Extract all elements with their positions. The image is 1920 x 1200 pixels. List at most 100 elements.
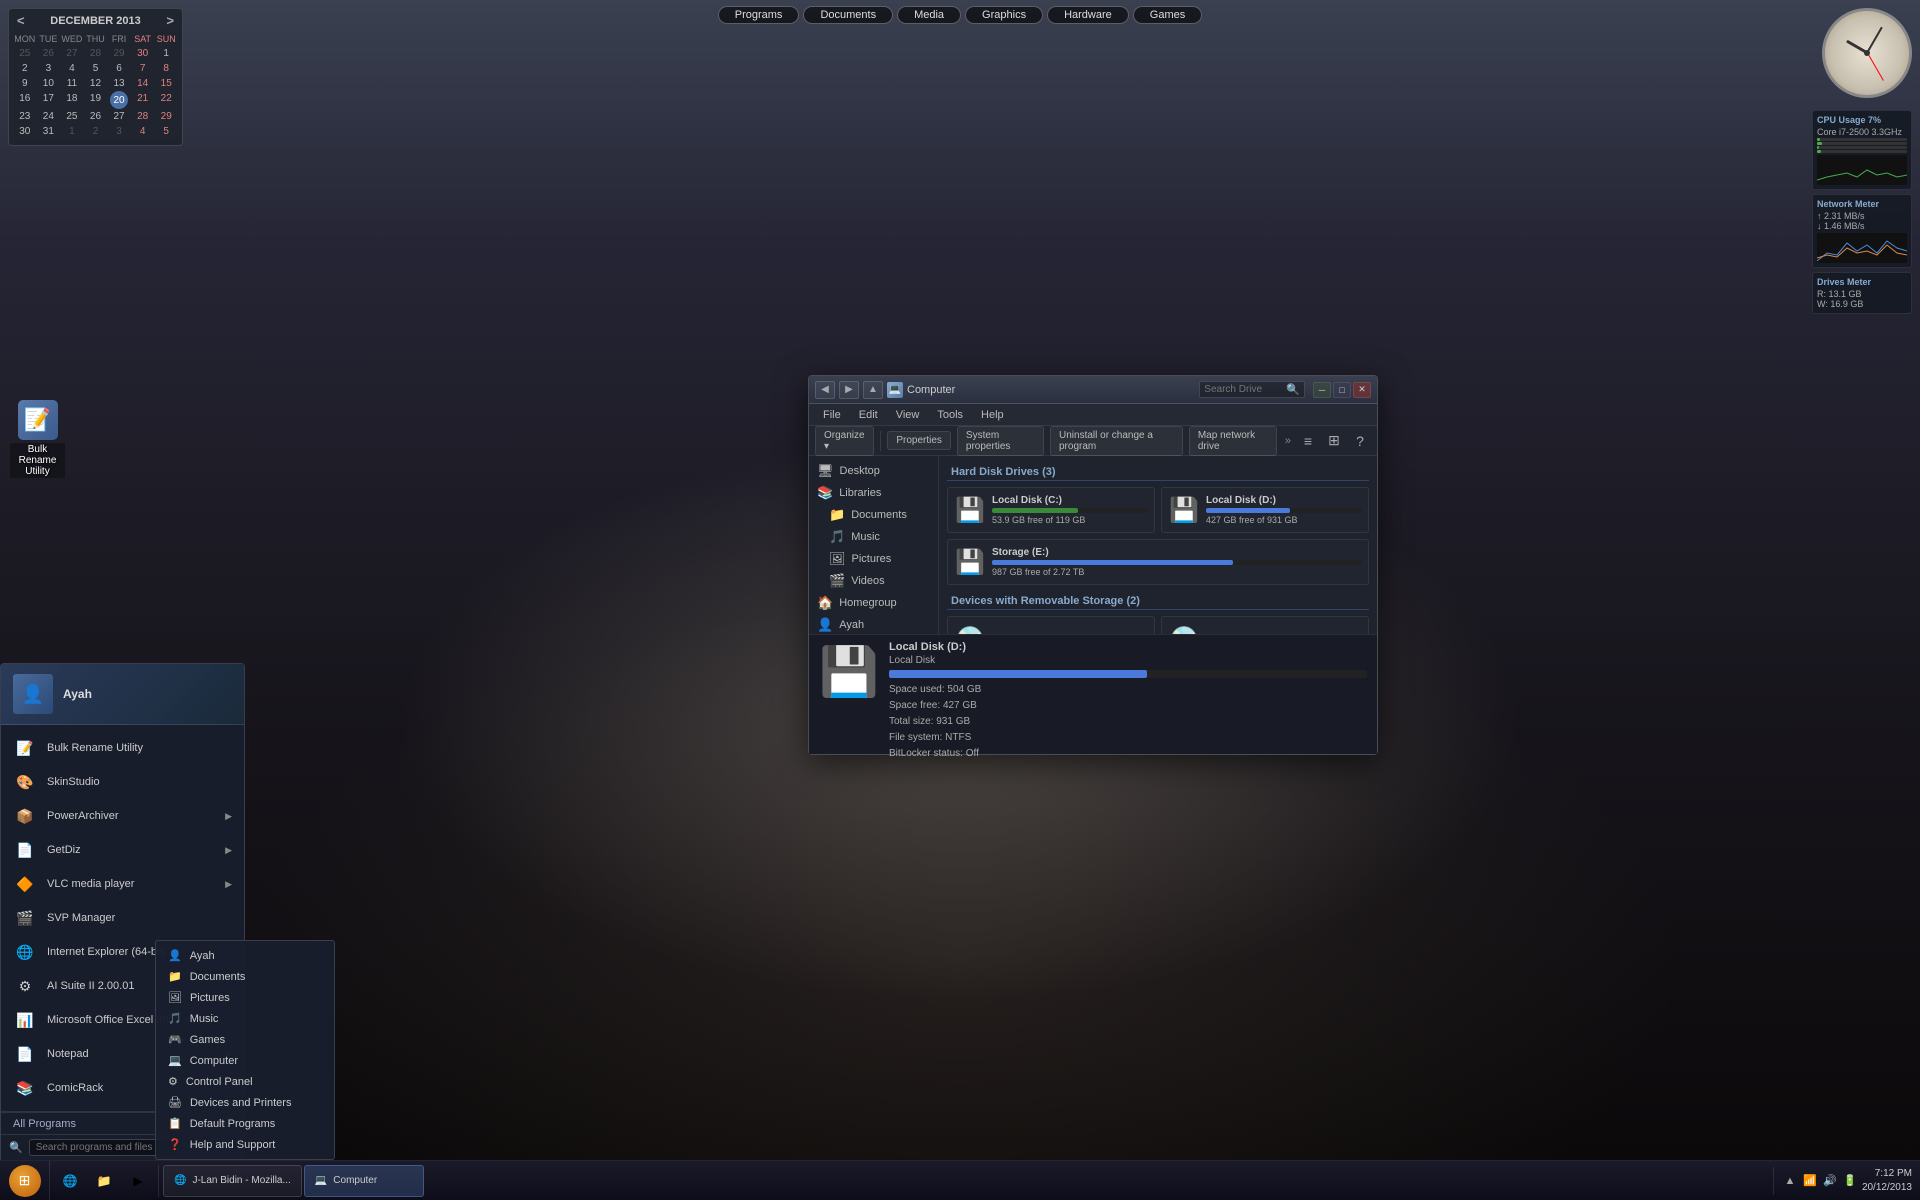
cal-day[interactable]: 21	[131, 91, 155, 109]
cal-day[interactable]: 5	[154, 124, 178, 139]
menu-tools[interactable]: Tools	[929, 407, 971, 423]
cal-day[interactable]: 27	[60, 46, 84, 61]
tray-expand[interactable]: ▲	[1782, 1173, 1798, 1189]
tray-volume[interactable]: 🔊	[1822, 1173, 1838, 1189]
sidebar-music[interactable]: 🎵 Music	[809, 526, 938, 548]
cal-day[interactable]: 3	[107, 124, 131, 139]
toolbar-properties[interactable]: Properties	[887, 431, 951, 450]
prog-devices[interactable]: 🖨 Devices and Printers	[156, 1092, 334, 1113]
prog-help[interactable]: ❓ Help and Support	[156, 1134, 334, 1155]
nav-documents[interactable]: Documents	[803, 6, 893, 24]
start-app-svp[interactable]: 🎬 SVP Manager	[1, 901, 244, 935]
drive-e[interactable]: 💾 Storage (E:) 987 GB free of 2.72 TB	[947, 539, 1369, 585]
sidebar-libraries[interactable]: 📚 Libraries	[809, 482, 938, 504]
cal-day[interactable]: 26	[37, 46, 61, 61]
nav-programs[interactable]: Programs	[718, 6, 800, 24]
cal-day[interactable]: 25	[13, 46, 37, 61]
prog-pictures[interactable]: 🖼 Pictures	[156, 987, 334, 1008]
prog-documents[interactable]: 📁 Documents	[156, 966, 334, 987]
prog-games[interactable]: 🎮 Games	[156, 1029, 334, 1050]
taskbar-mozilla[interactable]: 🌐 J-Lan Bidin - Mozilla...	[163, 1165, 302, 1197]
cal-day[interactable]: 26	[84, 109, 108, 124]
cal-day[interactable]: 7	[131, 61, 155, 76]
cal-day[interactable]: 29	[107, 46, 131, 61]
hard-drives-title[interactable]: Hard Disk Drives (3)	[947, 464, 1369, 481]
prog-computer[interactable]: 💻 Computer	[156, 1050, 334, 1071]
drive-d[interactable]: 💾 Local Disk (D:) 427 GB free of 931 GB	[1161, 487, 1369, 533]
tray-battery[interactable]: 🔋	[1842, 1173, 1858, 1189]
drive-c[interactable]: 💾 Local Disk (C:) 53.9 GB free of 119 GB	[947, 487, 1155, 533]
cal-day[interactable]: 4	[131, 124, 155, 139]
start-button[interactable]: ⊞	[0, 1161, 50, 1200]
cal-day[interactable]: 10	[37, 76, 61, 91]
quick-ie[interactable]: 🌐	[54, 1165, 86, 1197]
start-app-vlc[interactable]: 🔶 VLC media player ▶	[1, 867, 244, 901]
cal-day[interactable]: 12	[84, 76, 108, 91]
sidebar-pictures[interactable]: 🖼 Pictures	[809, 548, 938, 570]
cal-day[interactable]: 31	[37, 124, 61, 139]
taskbar-computer[interactable]: 💻 Computer	[304, 1165, 424, 1197]
sidebar-desktop[interactable]: 🖥 Desktop	[809, 460, 938, 482]
all-programs-btn[interactable]: All Programs	[13, 1118, 76, 1130]
sidebar-homegroup[interactable]: 🏠 Homegroup	[809, 592, 938, 614]
cal-day[interactable]: 8	[154, 61, 178, 76]
cal-day[interactable]: 3	[37, 61, 61, 76]
removable-title[interactable]: Devices with Removable Storage (2)	[947, 593, 1369, 610]
cal-day[interactable]: 13	[107, 76, 131, 91]
back-button[interactable]: ◀	[815, 381, 835, 399]
more-toolbar-icon[interactable]: »	[1285, 435, 1291, 447]
cal-day[interactable]: 23	[13, 109, 37, 124]
cal-day[interactable]: 15	[154, 76, 178, 91]
view-details-icon[interactable]: ≡	[1297, 430, 1319, 452]
cal-day[interactable]: 1	[154, 46, 178, 61]
nav-media[interactable]: Media	[897, 6, 961, 24]
toolbar-uninstall[interactable]: Uninstall or change a program	[1050, 426, 1183, 456]
view-help-icon[interactable]: ?	[1349, 430, 1371, 452]
cal-day[interactable]: 27	[107, 109, 131, 124]
cal-day[interactable]: 28	[84, 46, 108, 61]
cal-day[interactable]: 18	[60, 91, 84, 109]
menu-file[interactable]: File	[815, 407, 849, 423]
cal-day[interactable]: 14	[131, 76, 155, 91]
cal-day[interactable]: 29	[154, 109, 178, 124]
prog-control-panel[interactable]: ⚙ Control Panel	[156, 1071, 334, 1092]
minimize-button[interactable]: ─	[1313, 382, 1331, 398]
cal-day[interactable]: 5	[84, 61, 108, 76]
forward-button[interactable]: ▶	[839, 381, 859, 399]
cal-day[interactable]: 22	[154, 91, 178, 109]
drive-cd[interactable]: 💿 CD Drive (H:)	[1161, 616, 1369, 634]
calendar-prev[interactable]: <	[17, 13, 25, 28]
sidebar-documents[interactable]: 📁 Documents	[809, 504, 938, 526]
start-app-bulk-rename[interactable]: 📝 Bulk Rename Utility	[1, 731, 244, 765]
cal-day[interactable]: 6	[107, 61, 131, 76]
cal-day[interactable]: 24	[37, 109, 61, 124]
view-list-icon[interactable]: ⊞	[1323, 430, 1345, 452]
cal-day[interactable]: 11	[60, 76, 84, 91]
cal-day[interactable]: 30	[131, 46, 155, 61]
menu-help[interactable]: Help	[973, 407, 1012, 423]
close-button[interactable]: ✕	[1353, 382, 1371, 398]
nav-graphics[interactable]: Graphics	[965, 6, 1043, 24]
prog-default[interactable]: 📋 Default Programs	[156, 1113, 334, 1134]
tray-network[interactable]: 📶	[1802, 1173, 1818, 1189]
nav-games[interactable]: Games	[1133, 6, 1202, 24]
tray-clock[interactable]: 7:12 PM 20/12/2013	[1862, 1167, 1912, 1195]
sidebar-ayah[interactable]: 👤 Ayah	[809, 614, 938, 634]
cal-day[interactable]: 1	[60, 124, 84, 139]
toolbar-map-drive[interactable]: Map network drive	[1189, 426, 1277, 456]
cal-day[interactable]: 30	[13, 124, 37, 139]
desktop-icon-bulk-rename[interactable]: 📝 Bulk Rename Utility	[10, 400, 65, 478]
cal-day[interactable]: 2	[13, 61, 37, 76]
cal-day[interactable]: 2	[84, 124, 108, 139]
prog-music[interactable]: 🎵 Music	[156, 1008, 334, 1029]
prog-ayah[interactable]: 👤 Ayah	[156, 945, 334, 966]
drive-dvd[interactable]: 💿 DVD RW Drive (F:)	[947, 616, 1155, 634]
calendar-next[interactable]: >	[166, 13, 174, 28]
sidebar-videos[interactable]: 🎬 Videos	[809, 570, 938, 592]
start-app-powerarchiver[interactable]: 📦 PowerArchiver ▶	[1, 799, 244, 833]
start-app-skinstudio[interactable]: 🎨 SkinStudio	[1, 765, 244, 799]
nav-hardware[interactable]: Hardware	[1047, 6, 1129, 24]
quick-media[interactable]: ▶	[122, 1165, 154, 1197]
menu-view[interactable]: View	[888, 407, 928, 423]
explorer-search-input[interactable]	[1204, 384, 1284, 395]
